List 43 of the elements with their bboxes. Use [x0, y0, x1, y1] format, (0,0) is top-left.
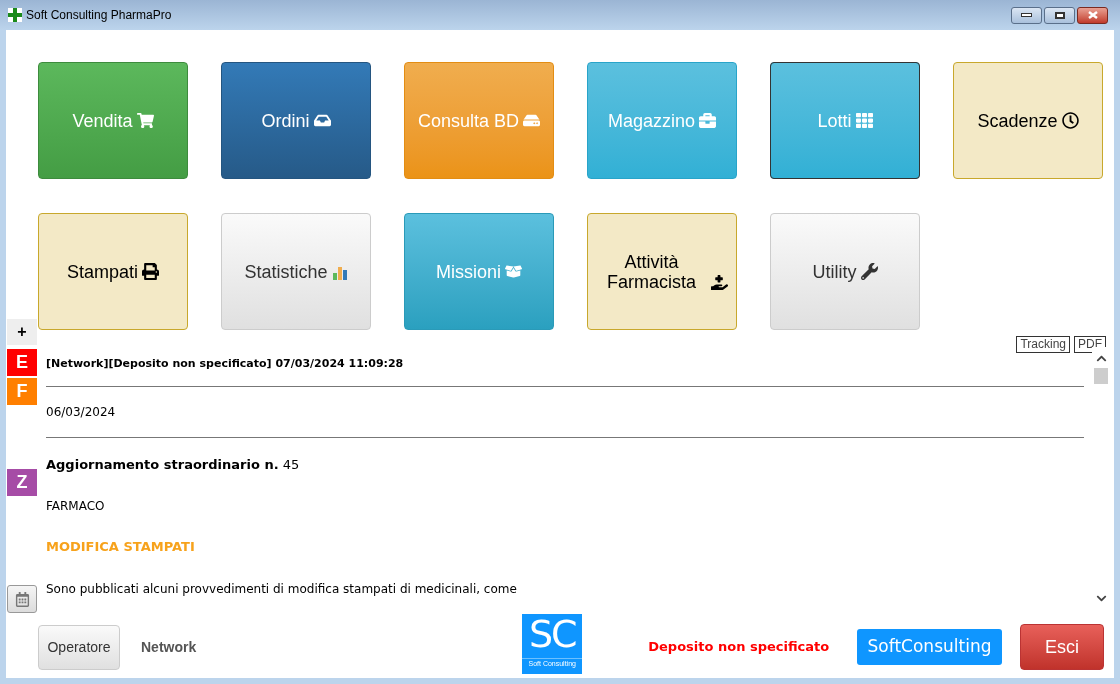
news-category: FARMACO: [46, 497, 106, 515]
letter-button[interactable]: Z: [7, 469, 37, 496]
inbox-icon: [313, 112, 331, 129]
close-icon: [1087, 11, 1098, 19]
scroll-thumb[interactable]: [1094, 368, 1108, 384]
grid-icon: [855, 112, 873, 129]
add-button[interactable]: +: [7, 319, 37, 345]
menu-tile[interactable]: Statistiche: [221, 213, 371, 330]
hand-cross-icon: [711, 274, 728, 291]
scroll-down-icon: [1095, 593, 1107, 604]
menu-tile[interactable]: Stampati: [38, 213, 188, 330]
menu-tile[interactable]: Scadenze: [953, 62, 1103, 179]
exit-button[interactable]: Esci: [1020, 624, 1104, 670]
menu-tile[interactable]: Ordini: [221, 62, 371, 179]
boxes-icon: [505, 263, 522, 280]
letter-button[interactable]: E: [7, 349, 37, 376]
printer-icon: [142, 263, 159, 280]
clock-icon: [1061, 112, 1079, 129]
news-header: [Network][Deposito non specificato] 07/03/2024 11:09:28: [46, 356, 405, 372]
scroll-up-icon: [1095, 353, 1107, 364]
cart-icon: [136, 112, 154, 129]
news-subject: MODIFICA STAMPATI: [46, 537, 196, 556]
deposit-status: Deposito non specificato: [648, 638, 830, 657]
drive-icon: [523, 112, 541, 129]
menu-tile[interactable]: Vendita: [38, 62, 188, 179]
news-date: 06/03/2024: [46, 404, 117, 421]
cross-icon: [8, 8, 22, 22]
briefcase-icon: [699, 112, 716, 129]
window-title: Soft Consulting PharmaPro: [26, 7, 172, 24]
calendar-icon: [14, 591, 30, 607]
export-button[interactable]: Tracking: [1016, 336, 1070, 353]
close-button[interactable]: [1077, 6, 1108, 24]
calendar-button[interactable]: [7, 585, 37, 613]
menu-tile[interactable]: Attività Farmacista: [587, 213, 737, 330]
operator-name: Network: [141, 637, 197, 657]
news-body: Sono pubblicati alcuni provvedimenti di modifica stampati di medicinali, come: [46, 581, 518, 598]
news-title: Aggiornamento straordinario n. 45: [46, 456, 301, 474]
wrench-icon: [860, 263, 878, 280]
minimize-button[interactable]: [1011, 6, 1042, 24]
operator-button[interactable]: Operatore: [38, 624, 120, 670]
menu-tile[interactable]: Utility: [770, 213, 920, 330]
brand-button[interactable]: SoftConsulting: [857, 629, 1002, 665]
maximize-button[interactable]: [1044, 6, 1075, 24]
